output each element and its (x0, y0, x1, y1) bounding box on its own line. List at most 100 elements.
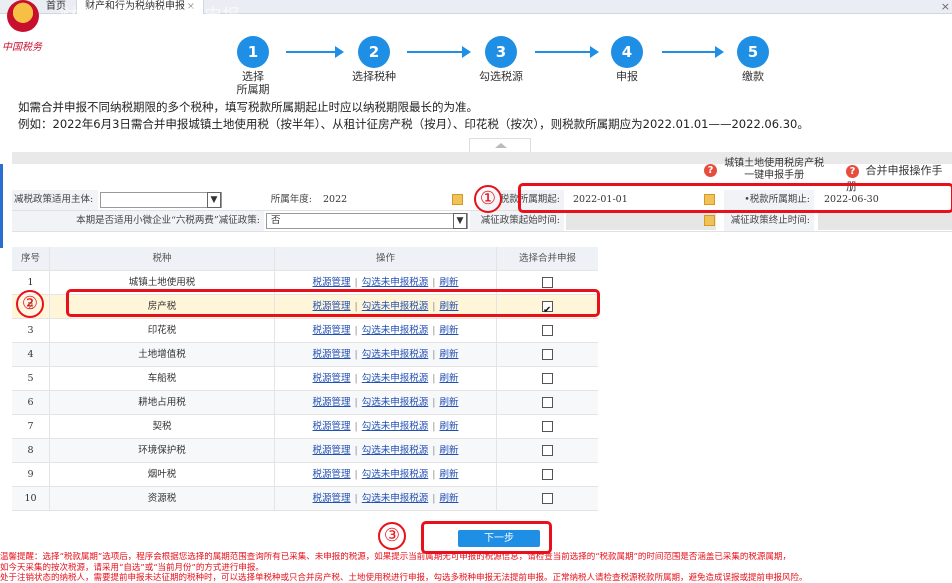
tax-source-manage-link[interactable]: 税源管理 (313, 397, 351, 408)
window-close-icon[interactable]: × (941, 0, 950, 13)
refresh-link[interactable]: 刷新 (439, 421, 458, 432)
pick-unfiled-source-link[interactable]: 勾选未申报税源 (362, 397, 429, 408)
tax-source-manage-link[interactable]: 税源管理 (313, 373, 351, 384)
policy-start-label: 减征政策起始时间: (470, 211, 564, 231)
merge-checkbox[interactable] (542, 325, 553, 336)
refresh-link[interactable]: 刷新 (439, 469, 458, 480)
tax-source-manage-link[interactable]: 税源管理 (313, 325, 351, 336)
row-merge-select (497, 367, 598, 390)
row-no: 8 (12, 439, 50, 462)
link-separator: | (354, 349, 358, 360)
table-row: 3 印花税 税源管理 | 勾选未申报税源 | 刷新 (12, 319, 598, 343)
refresh-link[interactable]: 刷新 (439, 493, 458, 504)
tax-emblem-icon (7, 0, 39, 32)
row-actions: 税源管理 | 勾选未申报税源 | 刷新 (275, 487, 497, 510)
policy-select[interactable]: 否 ▼ (266, 213, 468, 229)
help-manual-1-label: 城镇土地使用税房产税 一键申报手册 (724, 158, 825, 181)
row-tax-name: 环境保护税 (50, 439, 275, 462)
link-separator: | (432, 277, 436, 288)
question-icon: ? (704, 163, 717, 177)
page: 首页 财产和行为税纳税申报 × × 财产和行为税纳税申报 中国税务 1 2 3 … (0, 0, 952, 583)
refresh-link[interactable]: 刷新 (439, 373, 458, 384)
calendar-icon (704, 215, 715, 226)
refresh-link[interactable]: 刷新 (439, 325, 458, 336)
pick-unfiled-source-link[interactable]: 勾选未申报税源 (362, 493, 429, 504)
step-2-label: 选择税种 (352, 70, 396, 83)
tax-source-manage-link[interactable]: 税源管理 (313, 469, 351, 480)
merge-checkbox[interactable] (542, 493, 553, 504)
row-tax-name: 契税 (50, 415, 275, 438)
logo: 中国税务 (0, 0, 46, 54)
pick-unfiled-source-link[interactable]: 勾选未申报税源 (362, 325, 429, 336)
row-merge-select (497, 415, 598, 438)
table-row: 10 资源税 税源管理 | 勾选未申报税源 | 刷新 (12, 487, 598, 511)
tip-line-2: 如今天采集的按次税源，请采用“自选”或“当前月份”的方式进行申报。 (0, 562, 264, 573)
link-separator: | (354, 325, 358, 336)
step-1-label: 选择 所属期 (236, 70, 270, 96)
tax-source-manage-link[interactable]: 税源管理 (313, 493, 351, 504)
row-actions: 税源管理 | 勾选未申报税源 | 刷新 (275, 415, 497, 438)
merge-checkbox[interactable] (542, 421, 553, 432)
merge-checkbox[interactable] (542, 373, 553, 384)
refresh-link[interactable]: 刷新 (439, 397, 458, 408)
next-step-button[interactable]: 下一步 (458, 530, 540, 547)
calendar-icon[interactable] (452, 194, 463, 205)
pick-unfiled-source-link[interactable]: 勾选未申报税源 (362, 445, 429, 456)
merge-checkbox[interactable] (542, 469, 553, 480)
table-row: 6 耕地占用税 税源管理 | 勾选未申报税源 | 刷新 (12, 391, 598, 415)
refresh-link[interactable]: 刷新 (439, 277, 458, 288)
merge-checkbox[interactable] (542, 277, 553, 288)
row-tax-name: 印花税 (50, 319, 275, 342)
refresh-link[interactable]: 刷新 (439, 349, 458, 360)
row-actions: 税源管理 | 勾选未申报税源 | 刷新 (275, 343, 497, 366)
merge-checkbox[interactable] (542, 349, 553, 360)
row-no: 3 (12, 319, 50, 342)
step-arrow-icon (407, 46, 471, 58)
row-tax-name: 资源税 (50, 487, 275, 510)
note-line-2: 例如：2022年6月3日需合并申报城镇土地使用税（按半年）、从租计征房产税（按月… (18, 117, 809, 131)
tax-source-manage-link[interactable]: 税源管理 (313, 445, 351, 456)
row-actions: 税源管理 | 勾选未申报税源 | 刷新 (275, 319, 497, 342)
merge-checkbox[interactable] (542, 397, 553, 408)
tax-source-manage-link[interactable]: 税源管理 (313, 349, 351, 360)
row-tax-name: 土地增值税 (50, 343, 275, 366)
brand-text: 中国税务 (2, 42, 42, 53)
form-row-2: 本期是否适用小微企业“六税两费”减征政策: 否 ▼ 减征政策起始时间: 减征政策… (12, 211, 952, 232)
step-5-number: 5 (737, 36, 769, 68)
link-separator: | (432, 325, 436, 336)
merge-checkbox[interactable] (542, 445, 553, 456)
tax-source-manage-link[interactable]: 税源管理 (313, 421, 351, 432)
row-no: 7 (12, 415, 50, 438)
help-manual-1[interactable]: ? 城镇土地使用税房产税 一键申报手册 (704, 158, 824, 182)
link-separator: | (354, 277, 358, 288)
link-separator: | (432, 421, 436, 432)
pick-unfiled-source-link[interactable]: 勾选未申报税源 (362, 277, 429, 288)
row-no: 5 (12, 367, 50, 390)
subject-select[interactable]: ▼ (100, 192, 222, 208)
annotation-marker-3: ③ (378, 522, 406, 550)
refresh-link[interactable]: 刷新 (439, 445, 458, 456)
step-1-number: 1 (237, 36, 269, 68)
step-4-label: 申报 (616, 70, 638, 83)
question-icon: ? (846, 164, 859, 178)
tax-source-manage-link[interactable]: 税源管理 (313, 277, 351, 288)
policy-select-value: 否 (271, 215, 281, 226)
link-separator: | (432, 373, 436, 384)
step-3-label: 勾选税源 (479, 70, 523, 83)
table-row: 5 车船税 税源管理 | 勾选未申报税源 | 刷新 (12, 367, 598, 391)
row-merge-select (497, 391, 598, 414)
step-arrow-icon (535, 46, 599, 58)
table-header: 序号 税种 操作 选择合并申报 (12, 247, 598, 271)
link-separator: | (354, 469, 358, 480)
pick-unfiled-source-link[interactable]: 勾选未申报税源 (362, 421, 429, 432)
row-merge-select (497, 343, 598, 366)
title-watermark: 财产和行为税纳税申报 (60, 6, 240, 27)
collapse-toggle[interactable] (469, 138, 531, 152)
policy-label: 本期是否适用小微企业“六税两费”减征政策: (12, 211, 264, 231)
pick-unfiled-source-link[interactable]: 勾选未申报税源 (362, 349, 429, 360)
pick-unfiled-source-link[interactable]: 勾选未申报税源 (362, 469, 429, 480)
row-tax-name: 耕地占用税 (50, 391, 275, 414)
policy-end-label: 减征政策终止时间: (724, 211, 814, 231)
year-field[interactable]: 2022 (317, 190, 467, 210)
pick-unfiled-source-link[interactable]: 勾选未申报税源 (362, 373, 429, 384)
